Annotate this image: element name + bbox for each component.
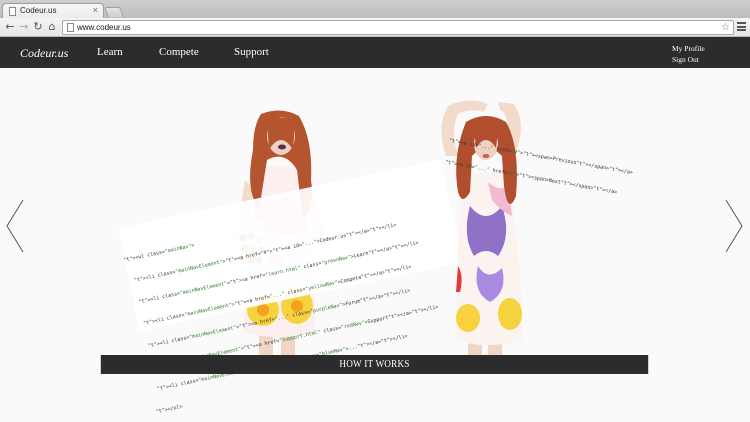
how-it-works-button[interactable]: HOW IT WORKS	[100, 355, 649, 374]
sign-out-link[interactable]: Sign Out	[672, 55, 699, 64]
reload-icon[interactable]: ↻	[31, 20, 45, 34]
bookmark-star-icon[interactable]: ☆	[721, 21, 730, 34]
new-tab-button[interactable]	[104, 7, 124, 17]
back-icon[interactable]: ←	[3, 20, 17, 34]
home-icon[interactable]: ⌂	[45, 20, 59, 34]
site-header: Codeur.us Learn Compete Support My Profi…	[0, 37, 750, 68]
my-profile-link[interactable]: My Profile	[672, 44, 705, 53]
close-tab-icon[interactable]: ×	[93, 5, 98, 15]
chevron-right-icon[interactable]	[724, 198, 744, 254]
browser-tab[interactable]: Codeur.us ×	[2, 3, 104, 18]
page-icon	[9, 7, 16, 16]
url-input[interactable]	[77, 21, 717, 34]
browser-toolbar: ← → ↻ ⌂ ☆	[0, 18, 750, 37]
site-logo[interactable]: Codeur.us	[20, 46, 68, 61]
nav-learn[interactable]: Learn	[97, 46, 123, 58]
nav-compete[interactable]: Compete	[159, 46, 199, 58]
hero-slider: "t"><ul class="mainNav"> "t"><li class="…	[0, 68, 750, 422]
address-bar[interactable]: ☆	[62, 20, 734, 35]
chevron-left-icon[interactable]	[5, 198, 25, 254]
nav-support[interactable]: Support	[234, 46, 269, 58]
forward-icon[interactable]: →	[17, 20, 31, 34]
tab-title: Codeur.us	[20, 6, 57, 15]
page-icon	[67, 23, 74, 32]
menu-icon[interactable]	[737, 21, 747, 33]
browser-tabstrip: Codeur.us ×	[0, 0, 750, 18]
